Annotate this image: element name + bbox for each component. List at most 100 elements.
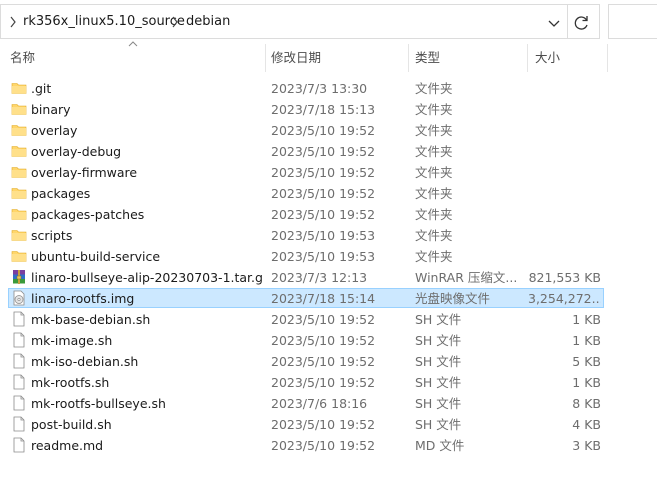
file-type: 文件夹 xyxy=(415,102,453,117)
file-date: 2023/7/6 18:16 xyxy=(271,396,368,411)
file-row[interactable]: overlay-firmware 2023/5/10 19:52 文件夹 xyxy=(0,162,657,183)
file-icon xyxy=(11,374,27,390)
file-size: 3,254,272... xyxy=(528,291,601,306)
file-size xyxy=(528,120,601,141)
file-name: .git xyxy=(31,81,52,96)
file-icon xyxy=(11,416,27,432)
file-row[interactable]: scripts 2023/5/10 19:53 文件夹 xyxy=(0,225,657,246)
file-size xyxy=(528,162,601,183)
file-type: 文件夹 xyxy=(415,165,453,180)
file-name: packages xyxy=(31,186,91,201)
folder-icon xyxy=(11,206,27,222)
file-type: 文件夹 xyxy=(415,186,453,201)
file-row[interactable]: binary 2023/7/18 15:13 文件夹 xyxy=(0,99,657,120)
chevron-down-icon[interactable] xyxy=(544,13,564,33)
file-row[interactable]: linaro-rootfs.img 2023/7/18 15:14 光盘映像文件 3,… xyxy=(0,288,657,309)
file-row[interactable]: mk-rootfs-bullseye.sh 2023/7/6 18:16 SH 文件… xyxy=(0,393,657,414)
file-icon xyxy=(11,395,27,411)
file-date: 2023/5/10 19:52 xyxy=(271,144,376,159)
file-row[interactable]: readme.md 2023/5/10 19:52 MD 文件 3 KB xyxy=(0,435,657,456)
file-row[interactable]: mk-rootfs.sh 2023/5/10 19:52 SH 文件 1 KB xyxy=(0,372,657,393)
column-divider[interactable] xyxy=(607,44,608,72)
file-date: 2023/7/3 12:13 xyxy=(271,270,368,285)
file-type: 文件夹 xyxy=(415,144,453,159)
file-date: 2023/5/10 19:52 xyxy=(271,354,376,369)
file-row[interactable]: .git 2023/7/3 13:30 文件夹 xyxy=(0,78,657,99)
file-size: 3 KB xyxy=(572,438,601,453)
file-size: 4 KB xyxy=(572,417,601,432)
file-date: 2023/5/10 19:52 xyxy=(271,312,376,327)
file-row[interactable]: overlay 2023/5/10 19:52 文件夹 xyxy=(0,120,657,141)
chevron-right-icon[interactable] xyxy=(9,16,17,28)
breadcrumb-item[interactable]: debian xyxy=(186,14,230,29)
file-row[interactable]: mk-base-debian.sh 2023/5/10 19:52 SH 文件 1 K… xyxy=(0,309,657,330)
file-type: 文件夹 xyxy=(415,81,453,96)
file-date: 2023/5/10 19:52 xyxy=(271,207,376,222)
address-divider xyxy=(567,5,568,38)
column-divider[interactable] xyxy=(265,44,266,72)
file-icon xyxy=(11,311,27,327)
file-name: overlay-firmware xyxy=(31,165,138,180)
file-row[interactable]: linaro-bullseye-alip-20230703-1.tar.gz 20… xyxy=(0,267,657,288)
search-input[interactable] xyxy=(608,4,657,39)
folder-icon xyxy=(11,248,27,264)
column-header-type[interactable]: 类型 xyxy=(415,44,520,72)
file-size: 5 KB xyxy=(572,354,601,369)
file-name: scripts xyxy=(31,228,73,243)
file-date: 2023/5/10 19:52 xyxy=(271,186,376,201)
file-size xyxy=(528,99,601,120)
file-date: 2023/5/10 19:52 xyxy=(271,333,376,348)
refresh-icon[interactable] xyxy=(571,12,593,34)
file-icon xyxy=(11,437,27,453)
file-size xyxy=(528,183,601,204)
file-name: mk-iso-debian.sh xyxy=(31,354,139,369)
file-date: 2023/5/10 19:52 xyxy=(271,438,376,453)
column-divider[interactable] xyxy=(408,44,409,72)
file-size: 821,553 KB xyxy=(528,270,601,285)
file-size: 1 KB xyxy=(572,312,601,327)
file-type: SH 文件 xyxy=(415,396,462,411)
file-size xyxy=(528,204,601,225)
file-date: 2023/5/10 19:52 xyxy=(271,417,376,432)
file-type: MD 文件 xyxy=(415,438,465,453)
file-type: 光盘映像文件 xyxy=(415,291,491,306)
folder-icon xyxy=(11,227,27,243)
address-bar[interactable]: rk356x_linux5.10_source debian xyxy=(0,4,600,39)
column-header-date[interactable]: 修改日期 xyxy=(271,44,401,72)
file-date: 2023/5/10 19:52 xyxy=(271,375,376,390)
file-date: 2023/7/18 15:13 xyxy=(271,102,376,117)
folder-icon xyxy=(11,101,27,117)
file-date: 2023/7/18 15:14 xyxy=(271,291,376,306)
file-date: 2023/7/3 13:30 xyxy=(271,81,368,96)
file-type: SH 文件 xyxy=(415,312,462,327)
file-row[interactable]: mk-iso-debian.sh 2023/5/10 19:52 SH 文件 5 KB xyxy=(0,351,657,372)
file-icon xyxy=(11,353,27,369)
column-divider[interactable] xyxy=(527,44,528,72)
file-row[interactable]: packages-patches 2023/5/10 19:52 文件夹 xyxy=(0,204,657,225)
breadcrumb-item[interactable]: rk356x_linux5.10_source xyxy=(23,14,185,29)
file-name: packages-patches xyxy=(31,207,145,222)
archive-icon xyxy=(11,269,27,285)
file-type: SH 文件 xyxy=(415,417,462,432)
file-row[interactable]: overlay-debug 2023/5/10 19:52 文件夹 xyxy=(0,141,657,162)
file-type: 文件夹 xyxy=(415,123,453,138)
column-header-name[interactable]: 名称 xyxy=(10,44,260,72)
file-icon xyxy=(11,332,27,348)
file-row[interactable]: packages 2023/5/10 19:52 文件夹 xyxy=(0,183,657,204)
chevron-right-icon[interactable] xyxy=(171,16,179,28)
file-type: SH 文件 xyxy=(415,333,462,348)
file-row[interactable]: post-build.sh 2023/5/10 19:52 SH 文件 4 KB xyxy=(0,414,657,435)
file-size: 1 KB xyxy=(572,333,601,348)
file-date: 2023/5/10 19:53 xyxy=(271,249,376,264)
file-size xyxy=(528,246,601,267)
file-name: mk-image.sh xyxy=(31,333,113,348)
file-size xyxy=(528,225,601,246)
folder-icon xyxy=(11,164,27,180)
column-header-size[interactable]: 大小 xyxy=(535,44,595,72)
file-name: post-build.sh xyxy=(31,417,112,432)
file-row[interactable]: mk-image.sh 2023/5/10 19:52 SH 文件 1 KB xyxy=(0,330,657,351)
file-name: mk-base-debian.sh xyxy=(31,312,151,327)
file-type: SH 文件 xyxy=(415,375,462,390)
file-date: 2023/5/10 19:52 xyxy=(271,123,376,138)
file-row[interactable]: ubuntu-build-service 2023/5/10 19:53 文件夹 xyxy=(0,246,657,267)
